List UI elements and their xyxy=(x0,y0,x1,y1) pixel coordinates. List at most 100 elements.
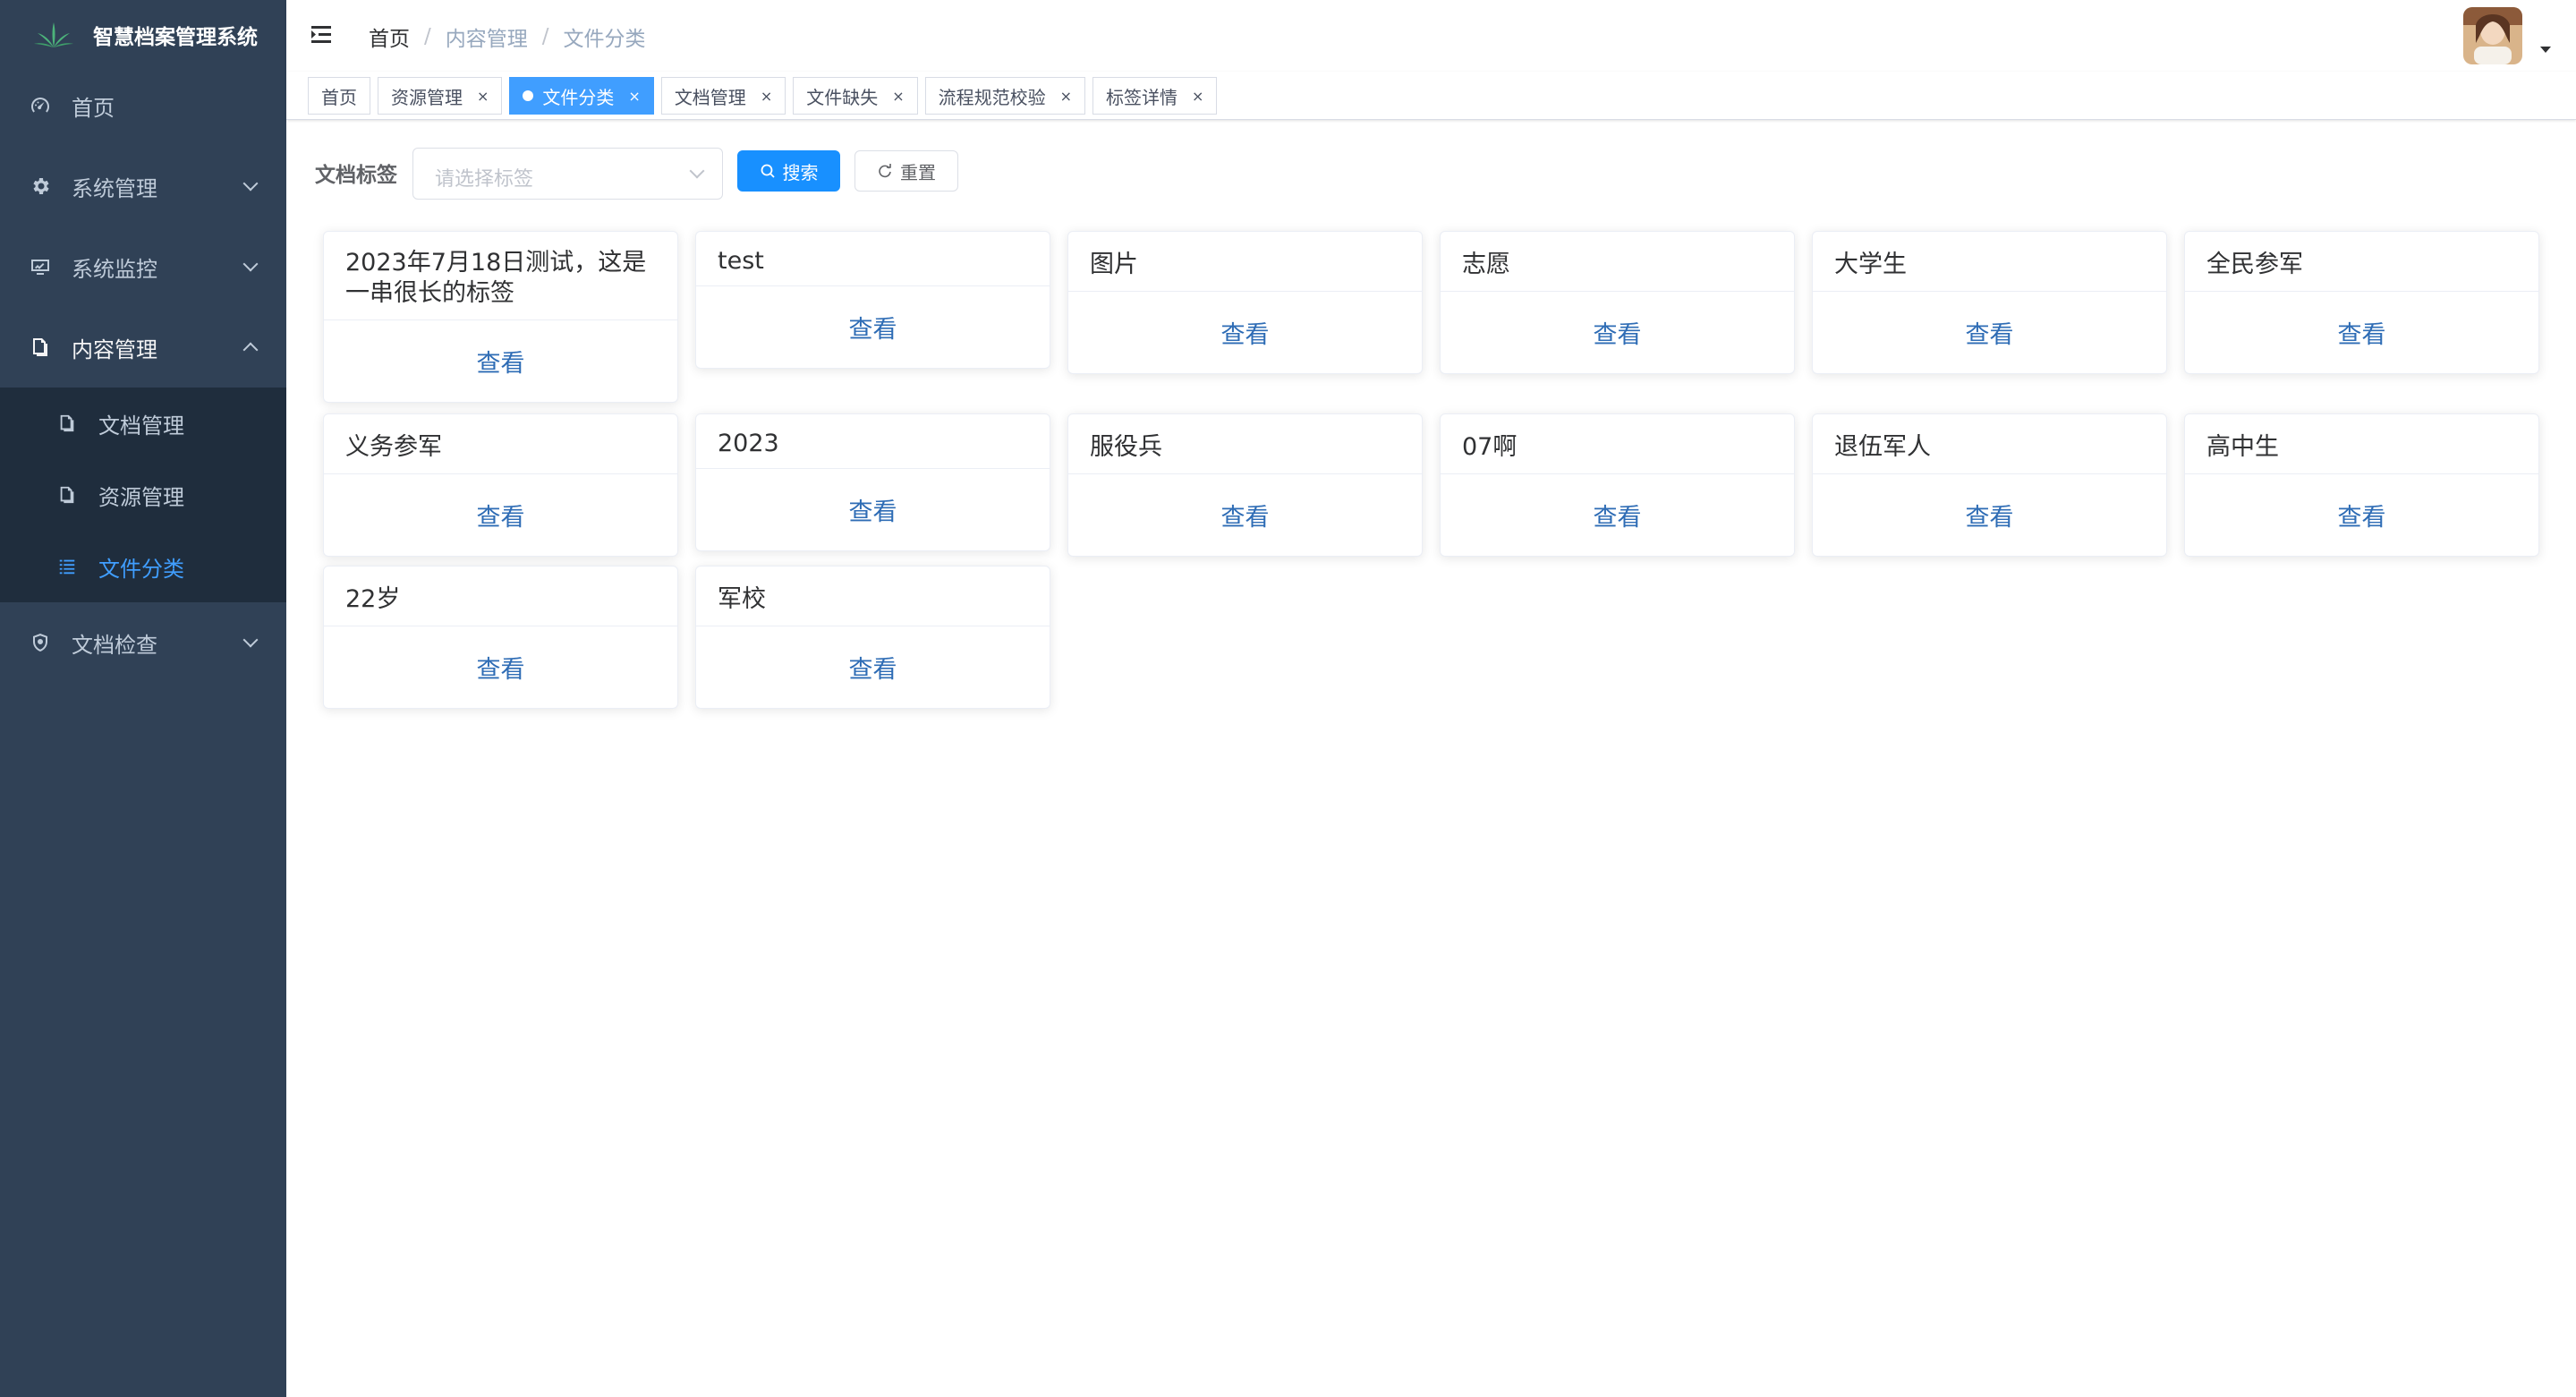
close-icon[interactable]: × xyxy=(628,88,640,105)
view-link[interactable]: 查看 xyxy=(2185,474,2538,556)
breadcrumb-separator: / xyxy=(424,25,431,48)
tag-label: 文件缺失 xyxy=(806,86,879,108)
view-link-label: 查看 xyxy=(476,656,525,684)
view-link-label: 查看 xyxy=(1965,504,2014,532)
tag-file-classification[interactable]: 文件分类 × xyxy=(509,77,654,115)
active-dot-icon xyxy=(523,90,534,101)
close-icon[interactable]: × xyxy=(892,88,904,105)
documents-icon xyxy=(29,336,52,359)
tag-home[interactable]: 首页 xyxy=(308,77,370,115)
tag-process-check[interactable]: 流程规范校验 × xyxy=(924,77,1086,115)
view-link[interactable]: 查看 xyxy=(2185,292,2538,373)
reset-button[interactable]: 重置 xyxy=(854,150,958,192)
view-link[interactable]: 查看 xyxy=(696,469,1050,550)
shield-icon xyxy=(29,631,52,654)
tag-label: 文档管理 xyxy=(674,86,746,108)
view-link[interactable]: 查看 xyxy=(324,320,677,402)
dashboard-icon xyxy=(29,94,52,117)
doc-tag-label: 文档标签 xyxy=(315,164,397,187)
sidebar-item-label: 内容管理 xyxy=(72,336,157,362)
search-button-label: 搜索 xyxy=(782,161,819,183)
tag-card: 退伍军人 查看 xyxy=(1812,413,2167,557)
view-link[interactable]: 查看 xyxy=(1068,292,1422,373)
monitor-icon xyxy=(29,255,52,278)
tag-card: 全民参军 查看 xyxy=(2184,231,2539,374)
view-link[interactable]: 查看 xyxy=(1441,474,1794,556)
view-link[interactable]: 查看 xyxy=(324,474,677,556)
view-link[interactable]: 查看 xyxy=(324,626,677,708)
tag-card: 图片 查看 xyxy=(1067,231,1423,374)
chevron-up-icon xyxy=(242,342,259,358)
card-title: 图片 xyxy=(1068,232,1422,292)
card-title: 义务参军 xyxy=(324,414,677,474)
view-link-label: 查看 xyxy=(476,350,525,378)
hamburger-icon[interactable] xyxy=(310,21,336,48)
sidebar-item-system[interactable]: 系统管理 xyxy=(0,146,286,226)
card-title: 军校 xyxy=(696,566,1050,626)
sidebar-subitem-label: 文件分类 xyxy=(98,556,184,582)
view-link-label: 查看 xyxy=(1965,321,2014,349)
tag-card: 义务参军 查看 xyxy=(323,413,678,557)
sidebar-item-file-classification[interactable]: 文件分类 xyxy=(0,531,286,602)
search-icon xyxy=(761,164,775,178)
tag-label: 资源管理 xyxy=(391,86,463,108)
breadcrumb-separator: / xyxy=(541,25,549,48)
list-icon xyxy=(55,555,79,578)
card-title: 服役兵 xyxy=(1068,414,1422,474)
card-title: 07啊 xyxy=(1441,414,1794,474)
breadcrumb-item-content: 内容管理 xyxy=(445,28,528,51)
sidebar-item-doc-management[interactable]: 文档管理 xyxy=(0,388,286,459)
tag-doc-management[interactable]: 文档管理 × xyxy=(660,77,786,115)
select-placeholder: 请选择标签 xyxy=(435,168,534,191)
sidebar-item-home[interactable]: 首页 xyxy=(0,65,286,146)
view-link[interactable]: 查看 xyxy=(1813,292,2166,373)
caret-down-icon[interactable] xyxy=(2540,47,2551,53)
card-title: 2023年7月18日测试，这是一串很长的标签 xyxy=(324,232,677,320)
chevron-down-icon xyxy=(689,163,705,179)
sidebar-item-label: 文档检查 xyxy=(72,632,157,658)
card-title: test xyxy=(696,232,1050,286)
close-icon[interactable]: × xyxy=(761,88,772,105)
tag-card: 志愿 查看 xyxy=(1440,231,1795,374)
view-link[interactable]: 查看 xyxy=(1068,474,1422,556)
view-link-label: 查看 xyxy=(848,498,897,526)
avatar[interactable] xyxy=(2463,7,2522,64)
view-link-label: 查看 xyxy=(1593,321,1642,349)
breadcrumb-item-current: 文件分类 xyxy=(563,28,646,51)
refresh-icon xyxy=(879,164,891,178)
view-link[interactable]: 查看 xyxy=(696,626,1050,708)
breadcrumb: 首页 / 内容管理 / 文件分类 xyxy=(369,21,646,52)
close-icon[interactable]: × xyxy=(477,88,489,105)
sidebar-item-content[interactable]: 内容管理 xyxy=(0,307,286,388)
tag-card: 大学生 查看 xyxy=(1812,231,2167,374)
tag-label: 流程规范校验 xyxy=(938,86,1046,108)
tag-label-detail[interactable]: 标签详情 × xyxy=(1092,77,1218,115)
view-link[interactable]: 查看 xyxy=(696,286,1050,368)
card-title: 高中生 xyxy=(2185,414,2538,474)
tag-card: test 查看 xyxy=(695,231,1050,369)
sidebar-item-doc-check[interactable]: 文档检查 xyxy=(0,602,286,683)
tag-card: 高中生 查看 xyxy=(2184,413,2539,557)
breadcrumb-item-home[interactable]: 首页 xyxy=(369,21,410,52)
card-title: 全民参军 xyxy=(2185,232,2538,292)
sidebar-item-resource-management[interactable]: 资源管理 xyxy=(0,459,286,531)
logo[interactable]: 智慧档案管理系统 xyxy=(0,0,286,69)
tags-view: 首页 资源管理 × 文件分类 × 文档管理 × 文件缺失 × 流程规范校验 × … xyxy=(286,72,2576,120)
tag-select[interactable]: 请选择标签 xyxy=(412,148,723,200)
search-button[interactable]: 搜索 xyxy=(737,150,840,192)
view-link[interactable]: 查看 xyxy=(1813,474,2166,556)
gear-icon xyxy=(29,175,52,198)
view-link-label: 查看 xyxy=(1220,504,1270,532)
tag-file-missing[interactable]: 文件缺失 × xyxy=(793,77,918,115)
close-icon[interactable]: × xyxy=(1192,88,1203,105)
chevron-down-icon xyxy=(242,175,259,192)
card-title: 志愿 xyxy=(1441,232,1794,292)
view-link-label: 查看 xyxy=(1220,321,1270,349)
tag-resource-management[interactable]: 资源管理 × xyxy=(378,77,503,115)
documents-icon xyxy=(55,483,79,507)
view-link[interactable]: 查看 xyxy=(1441,292,1794,373)
close-icon[interactable]: × xyxy=(1060,88,1072,105)
view-link-label: 查看 xyxy=(848,656,897,684)
sidebar-item-monitor[interactable]: 系统监控 xyxy=(0,226,286,307)
chevron-down-icon xyxy=(242,632,259,648)
